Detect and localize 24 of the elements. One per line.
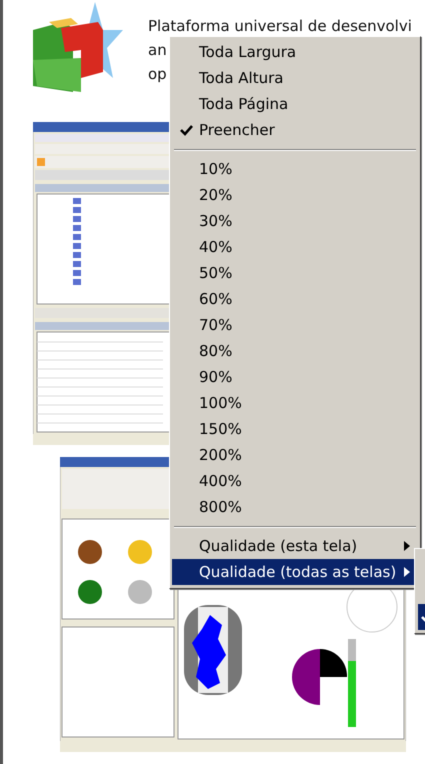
paragraph-line: an bbox=[148, 40, 167, 61]
submenu-arrow-icon bbox=[404, 541, 410, 551]
menu-item[interactable]: 50% bbox=[172, 260, 418, 286]
menu-item[interactable]: 70% bbox=[172, 312, 418, 338]
menu-item[interactable]: 30% bbox=[172, 208, 418, 234]
submenu-arrow-icon bbox=[404, 567, 410, 577]
menu-item[interactable]: 90% bbox=[172, 364, 418, 390]
menu-item[interactable]: 400% bbox=[172, 468, 418, 494]
menu-item[interactable]: 100% bbox=[172, 390, 418, 416]
menu-item[interactable]: 20% bbox=[172, 182, 418, 208]
menu-item[interactable]: 150% bbox=[172, 416, 418, 442]
submenu-item[interactable]: Qualidade (esta tela) bbox=[172, 533, 418, 559]
paragraph-line: op bbox=[148, 64, 167, 85]
menu-item[interactable]: Toda Largura bbox=[172, 39, 418, 65]
menu-item[interactable]: 40% bbox=[172, 234, 418, 260]
paragraph-line: Plataforma universal de desenvolvi bbox=[148, 16, 412, 37]
menu-item[interactable]: 200% bbox=[172, 442, 418, 468]
menu-item[interactable]: Toda Altura bbox=[172, 65, 418, 91]
menu-item[interactable]: Preencher bbox=[172, 117, 418, 143]
menu-item[interactable]: 60% bbox=[172, 286, 418, 312]
menu-item[interactable]: 800% bbox=[172, 494, 418, 520]
menu-item[interactable]: 10% bbox=[172, 156, 418, 182]
menu-item[interactable]: 80% bbox=[172, 338, 418, 364]
menu-item[interactable]: Toda Página bbox=[172, 91, 418, 117]
